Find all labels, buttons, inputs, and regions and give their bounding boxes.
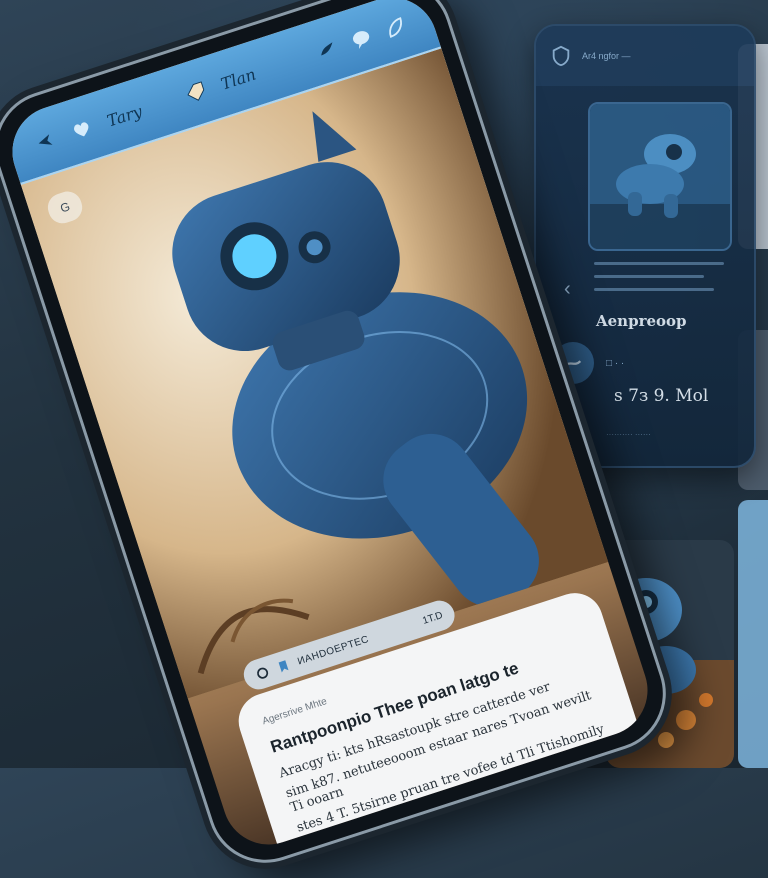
detail-footer: ·········· ······ — [606, 430, 651, 439]
chat-icon[interactable] — [348, 25, 376, 53]
detail-header-text: Ar4 ngfor — — [582, 51, 631, 61]
app-title: Tary — [104, 101, 145, 131]
swoosh-icon — [565, 360, 582, 366]
app-center-label: Tlan — [218, 64, 259, 94]
detail-price: s 7з 9. Mol — [614, 386, 709, 406]
gear-icon — [254, 664, 272, 682]
bookmark-icon — [275, 658, 293, 676]
detail-image[interactable] — [588, 102, 732, 251]
top-right-actions — [313, 14, 409, 64]
arrow-icon[interactable] — [32, 127, 60, 155]
detail-title: Aenpreoop — [596, 312, 687, 330]
tag-icon[interactable] — [182, 79, 210, 107]
side-card-bottom[interactable] — [738, 500, 768, 768]
bird-icon[interactable] — [313, 36, 341, 64]
leaf-icon[interactable] — [382, 14, 410, 42]
detail-header: Ar4 ngfor — — [536, 26, 754, 86]
info-pill-number: 1T.D — [421, 609, 445, 627]
heart-icon[interactable] — [68, 116, 96, 144]
detail-text-lines — [594, 262, 734, 301]
shield-icon[interactable] — [550, 45, 572, 67]
detail-meta: □ · · — [606, 358, 625, 369]
back-arrow-icon[interactable]: ‹ — [564, 278, 571, 301]
